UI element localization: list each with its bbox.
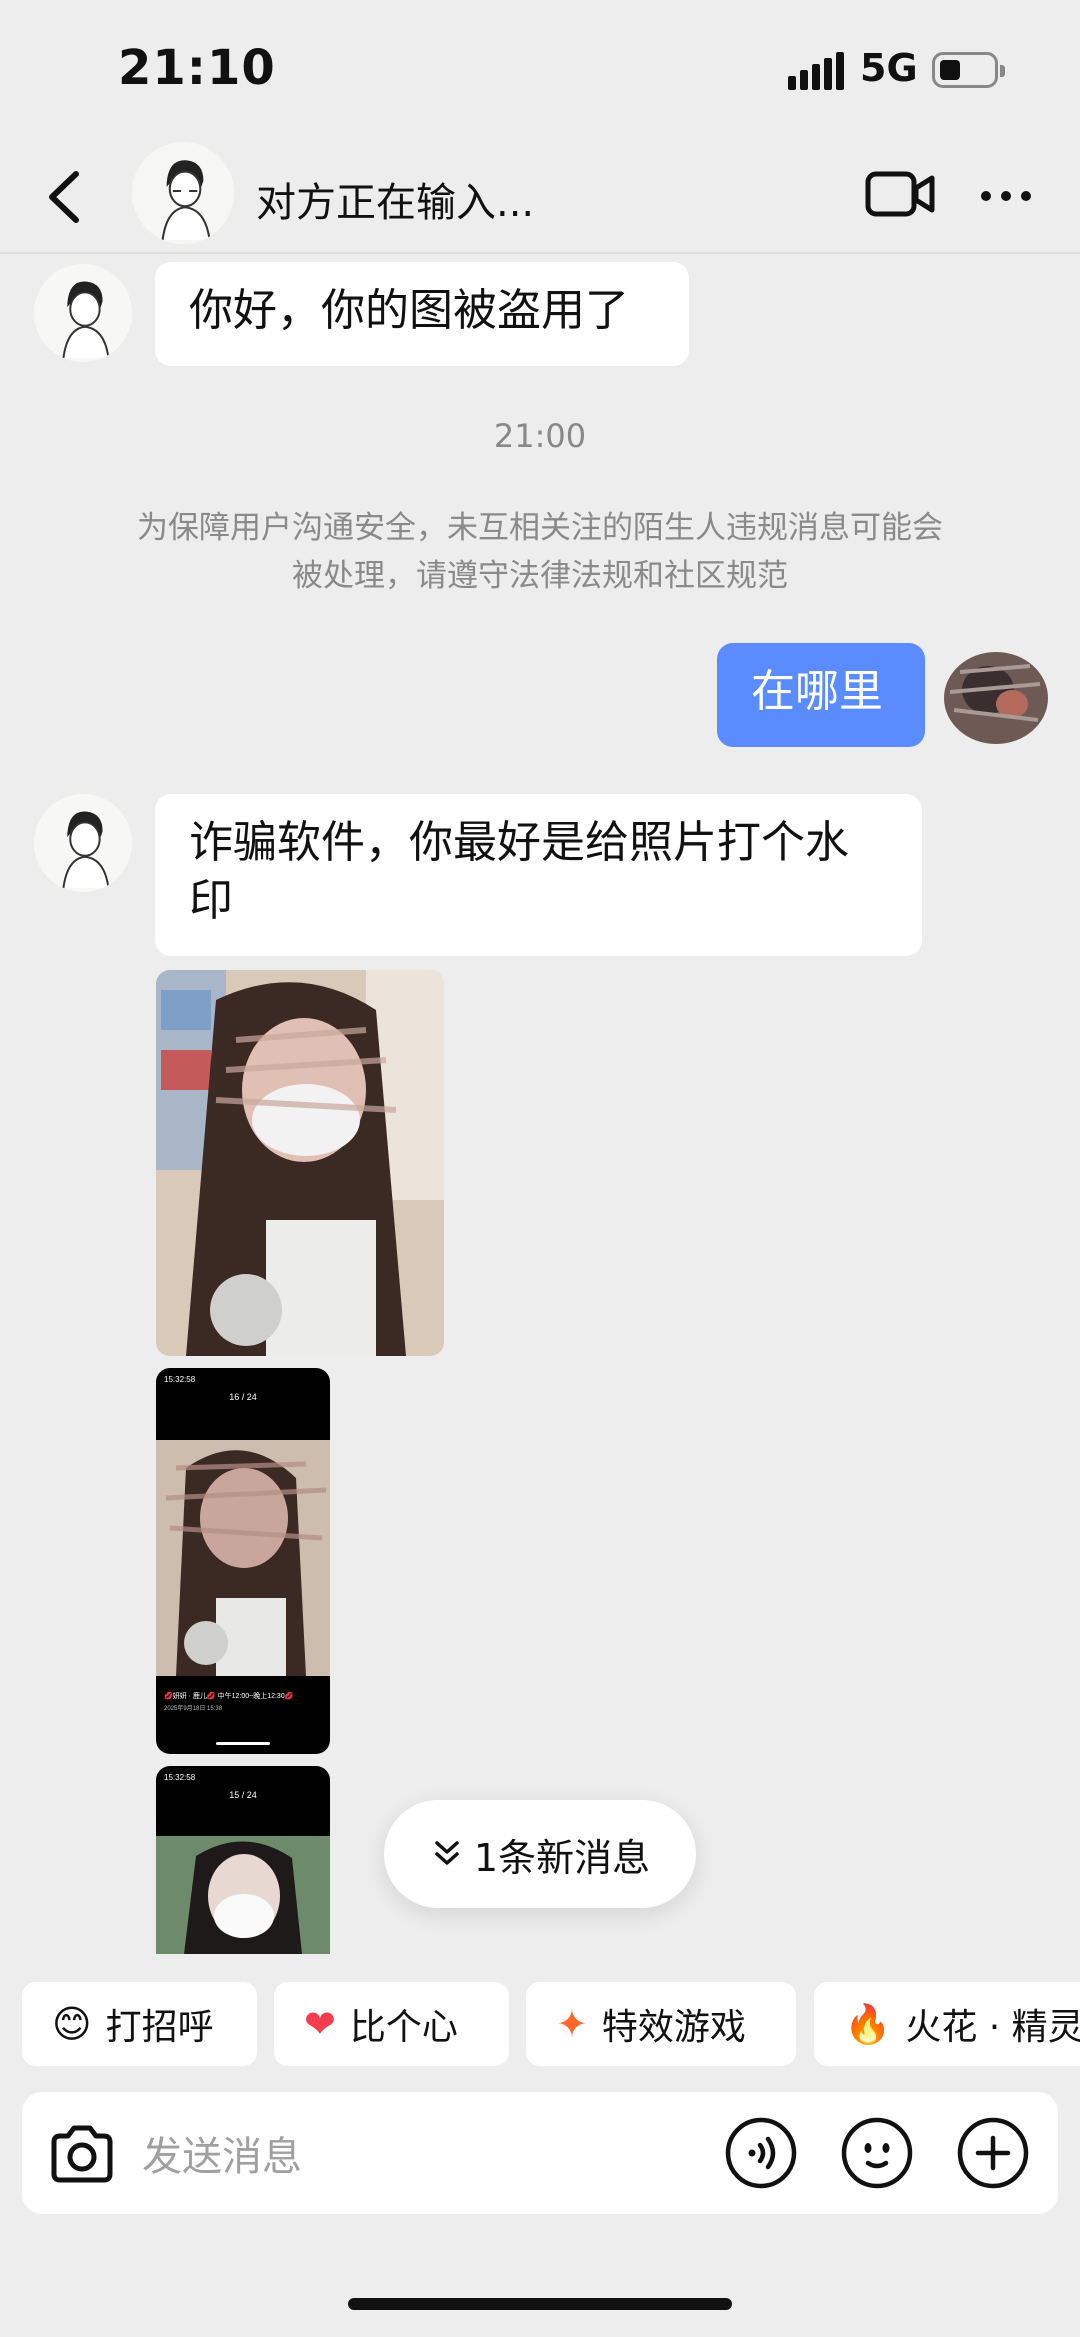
quick-actions: 😊 打招呼 ❤ 比个心 ✦ 特效游戏 🔥 火花 · 精灵	[0, 1982, 1080, 2066]
screenshot-message[interactable]: 15:32:58 16 / 24 💋妍妍 · 鹿儿💋 中午12:00~晚上12:…	[156, 1368, 330, 1754]
header-title: 对方正在输入...	[256, 180, 535, 226]
network-type: 5G	[860, 46, 918, 90]
chip-label: 火花 · 精灵	[905, 2007, 1080, 2048]
screenshot-time: 15:32:58	[164, 1375, 196, 1384]
add-icon[interactable]	[956, 2116, 1030, 2190]
chip-greet[interactable]: 😊 打招呼	[22, 1982, 257, 2066]
screenshot-message[interactable]: 15:32:58 15 / 24	[156, 1766, 330, 1954]
screenshot-page-counter: 16 / 24	[229, 1392, 257, 1402]
screenshot-caption-date: 2025年9月18日 15:38	[164, 1704, 223, 1712]
my-avatar[interactable]	[930, 632, 1060, 762]
sender-avatar[interactable]	[34, 264, 132, 362]
voice-icon[interactable]	[724, 2116, 798, 2190]
photo-message[interactable]	[156, 970, 444, 1356]
more-options-icon[interactable]	[976, 166, 1036, 226]
message-input-bar: 发送消息	[22, 2092, 1058, 2214]
hi-emoji-icon: 😊	[52, 2002, 92, 2046]
video-call-icon[interactable]	[864, 164, 936, 224]
chip-spark-spirit[interactable]: 🔥 火花 · 精灵	[814, 1982, 1080, 2066]
back-arrow-icon[interactable]	[40, 162, 90, 232]
sparkle-icon: ✦	[556, 2002, 588, 2046]
screenshot-time: 15:32:58	[164, 1773, 196, 1782]
new-message-label: 1条新消息	[473, 1835, 651, 1880]
message-input[interactable]: 发送消息	[142, 2124, 302, 2182]
camera-icon[interactable]	[46, 2118, 118, 2190]
chat-header: 对方正在输入...	[0, 140, 1080, 254]
chip-heart[interactable]: ❤ 比个心	[274, 1982, 509, 2066]
message-timestamp: 21:00	[493, 417, 587, 455]
chat-area[interactable]: 你好，你的图被盗用了 21:00 为保障用户沟通安全，未互相关注的陌生人违规消息…	[0, 254, 1080, 1954]
contact-avatar[interactable]	[132, 142, 234, 244]
new-message-button[interactable]: 1条新消息	[384, 1800, 696, 1908]
screenshot-page-counter: 15 / 24	[229, 1790, 257, 1800]
chip-label: 特效游戏	[601, 2007, 746, 2048]
emoji-icon[interactable]	[840, 2116, 914, 2190]
message-bubble-sent[interactable]: 在哪里	[717, 643, 925, 747]
sender-avatar[interactable]	[34, 794, 132, 892]
safety-notice: 为保障用户沟通安全，未互相关注的陌生人违规消息可能会被处理，请遵守法律法规和社区…	[137, 510, 943, 594]
signal-icon	[788, 52, 846, 90]
chip-effects-game[interactable]: ✦ 特效游戏	[526, 1982, 796, 2066]
status-bar: 21:10 5G	[0, 0, 1080, 140]
chip-label: 打招呼	[105, 2007, 214, 2048]
message-bubble-received[interactable]: 你好，你的图被盗用了	[155, 262, 689, 366]
double-chevron-down-icon	[435, 1841, 459, 1865]
chip-label: 比个心	[349, 2007, 458, 2048]
screenshot-caption: 💋妍妍 · 鹿儿💋 中午12:00~晚上12:30💋	[164, 1691, 294, 1700]
status-time: 21:10	[118, 40, 276, 96]
heart-icon: ❤	[304, 2002, 336, 2046]
fire-spirit-icon: 🔥	[844, 2001, 892, 2046]
message-bubble-received[interactable]: 诈骗软件，你最好是给照片打个水印	[155, 794, 922, 956]
home-indicator[interactable]	[348, 2298, 732, 2310]
battery-icon	[932, 52, 1005, 88]
